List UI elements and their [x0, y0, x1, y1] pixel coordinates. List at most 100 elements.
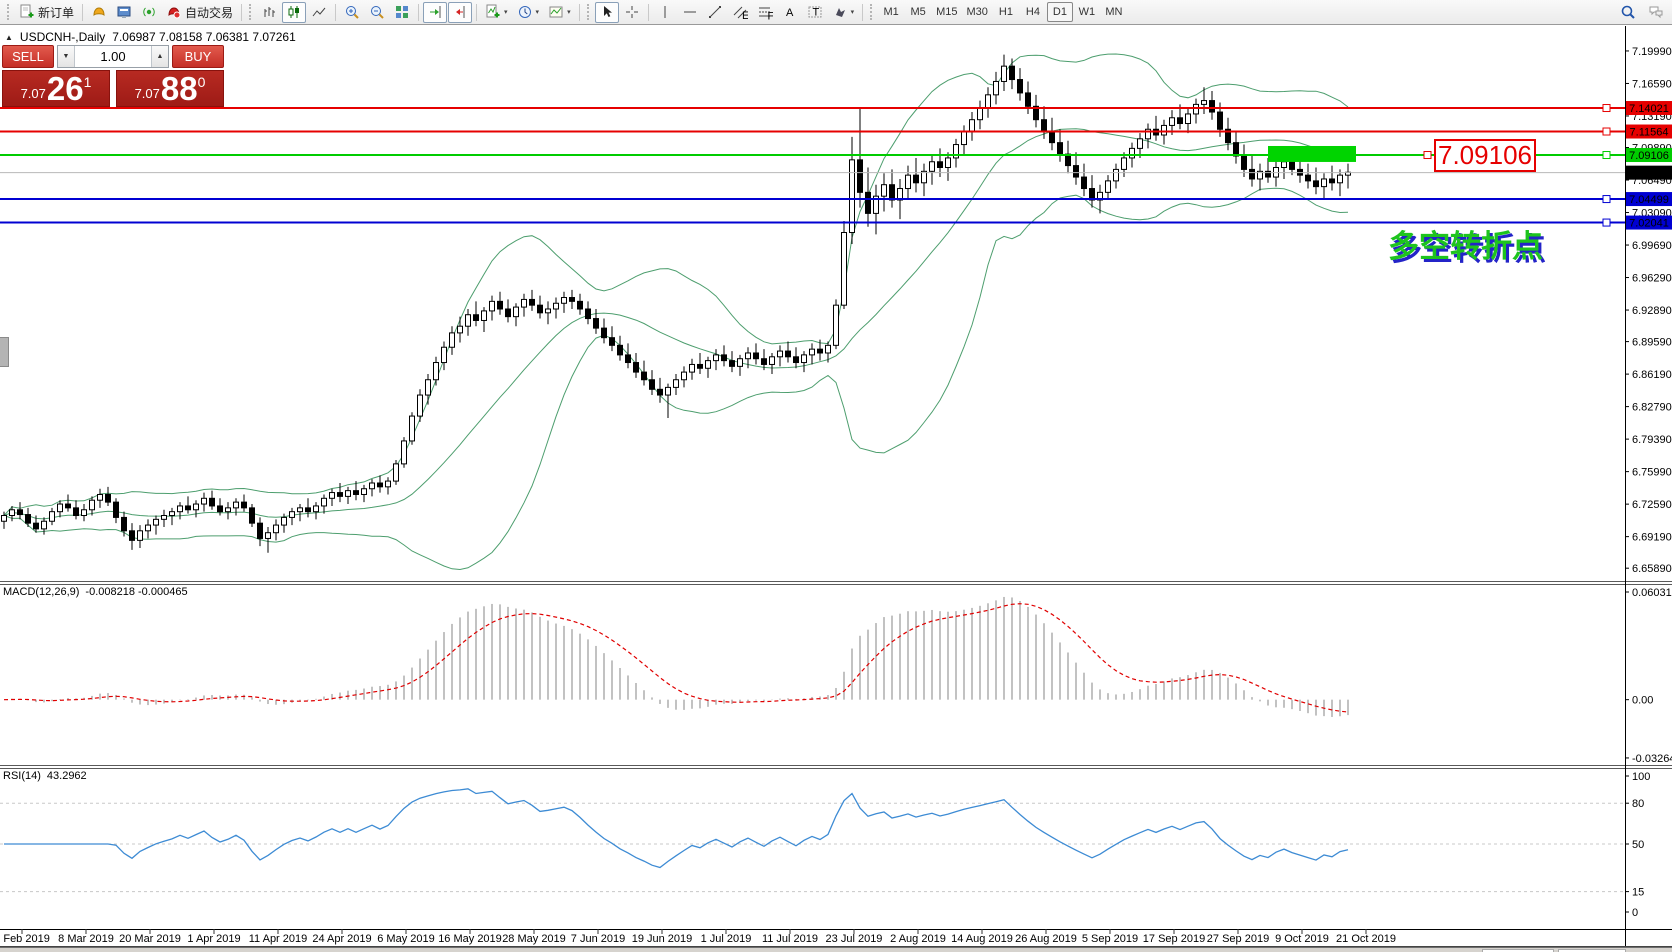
toolbar-grip[interactable] [249, 4, 253, 20]
candlestick-chart-button[interactable] [282, 2, 306, 23]
candle [858, 108, 863, 207]
candle-body [730, 361, 735, 367]
candle-body [1178, 118, 1183, 124]
candle [50, 508, 55, 525]
timeframe-button-H4[interactable]: H4 [1020, 2, 1046, 22]
candle [946, 152, 951, 181]
price-tick-label: 7.16590 [1632, 78, 1672, 90]
chat-button[interactable] [1644, 2, 1668, 23]
candle-body [1314, 181, 1319, 187]
new-order-button[interactable]: 新订单 [15, 2, 78, 23]
candle [258, 517, 263, 546]
chart-canvas[interactable]: 7.199907.165907.131907.098907.064907.030… [0, 0, 1672, 952]
level-line-handle[interactable] [1603, 128, 1610, 135]
timeframe-button-M30[interactable]: M30 [963, 2, 992, 22]
vertical-line-button[interactable] [653, 2, 677, 23]
date-label: 8 Mar 2019 [58, 933, 114, 945]
zoom-in-button[interactable] [340, 2, 364, 23]
equidistant-channel-button[interactable]: E [728, 2, 752, 23]
level-line-handle[interactable] [1603, 219, 1610, 226]
text-button[interactable]: A [778, 2, 802, 23]
candle [802, 351, 807, 372]
level-line-handle[interactable] [1603, 152, 1610, 159]
candle-body [866, 192, 871, 213]
volume-decrease-button[interactable]: ▼ [58, 46, 75, 67]
timeframe-button-W1[interactable]: W1 [1074, 2, 1100, 22]
candle [66, 494, 71, 511]
indicators-button[interactable]: ▾ [481, 2, 512, 23]
auto-trading-button[interactable]: 自动交易 [162, 2, 237, 23]
sell-button[interactable]: SELL [2, 45, 54, 68]
price-callout[interactable]: 7.09106 [1434, 139, 1536, 172]
candle-body [1290, 162, 1295, 170]
candle-body [658, 389, 663, 395]
auto-scroll-button[interactable] [423, 2, 447, 23]
level-line-handle[interactable] [1603, 105, 1610, 112]
candle [346, 487, 351, 504]
highlight-box[interactable] [1268, 146, 1356, 162]
bar-chart-button[interactable] [257, 2, 281, 23]
candle-body [170, 512, 175, 516]
signals-button[interactable] [137, 2, 161, 23]
timeframe-button-M5[interactable]: M5 [905, 2, 931, 22]
timeframe-button-D1[interactable]: D1 [1047, 2, 1073, 22]
candle [570, 290, 575, 309]
toolbar-grip[interactable] [870, 4, 874, 20]
candle-body [554, 303, 559, 309]
sell-price-sup: 1 [84, 74, 92, 90]
level-line-handle[interactable] [1603, 196, 1610, 203]
volume-value[interactable]: 1.00 [75, 46, 151, 67]
left-edge-handle[interactable] [0, 337, 9, 367]
candle-body [98, 494, 103, 500]
price-badge-label: 7.11564 [1630, 127, 1669, 139]
timeframe-button-H1[interactable]: H1 [993, 2, 1019, 22]
crosshair-button[interactable] [620, 2, 644, 23]
candle-body [1042, 120, 1047, 131]
date-label: 9 Oct 2019 [1275, 933, 1329, 945]
timeframe-button-M15[interactable]: M15 [932, 2, 961, 22]
buy-price-display[interactable]: 7.07880 [116, 70, 224, 107]
buy-button[interactable]: BUY [172, 45, 224, 68]
candle [794, 347, 799, 368]
templates-button[interactable]: ▾ [544, 2, 575, 23]
cursor-button[interactable] [595, 2, 619, 23]
horizontal-line-button[interactable] [678, 2, 702, 23]
market-button[interactable] [87, 2, 111, 23]
candle [866, 167, 871, 226]
timeframe-button-M1[interactable]: M1 [878, 2, 904, 22]
volume-increase-button[interactable]: ▲ [151, 46, 168, 67]
callout-anchor[interactable] [1424, 152, 1431, 159]
timeframe-button-MN[interactable]: MN [1101, 2, 1127, 22]
candle-body [210, 498, 215, 506]
fibonacci-button[interactable]: F [753, 2, 777, 23]
macd-tick-label: 0.00 [1632, 695, 1653, 707]
tile-windows-button[interactable] [390, 2, 414, 23]
sell-price-display[interactable]: 7.07261 [2, 70, 110, 107]
price-tick-label: 6.65890 [1632, 563, 1672, 575]
candle-body [490, 301, 495, 311]
editor-button[interactable] [112, 2, 136, 23]
text-label-button[interactable]: T [803, 2, 827, 23]
zoom-out-button[interactable] [365, 2, 389, 23]
line-chart-button[interactable] [307, 2, 331, 23]
collapse-marker-icon[interactable]: ▲ [5, 33, 13, 42]
trendline-button[interactable] [703, 2, 727, 23]
candle [1338, 169, 1343, 196]
candle [650, 370, 655, 395]
candle [210, 491, 215, 510]
candle-body [482, 311, 487, 321]
candle-body [666, 387, 671, 395]
macd-values: -0.008218 -0.000465 [85, 586, 187, 598]
toolbar-grip[interactable] [587, 4, 591, 20]
annotation-text[interactable]: 多空转折点 [1388, 221, 1543, 266]
candle [1034, 95, 1039, 128]
chart-shift-button[interactable] [448, 2, 472, 23]
toolbar-grip[interactable] [7, 4, 11, 20]
candle-body [946, 158, 951, 168]
volume-stepper[interactable]: ▼ 1.00 ▲ [57, 45, 169, 68]
periods-button[interactable]: ▾ [513, 2, 544, 23]
candle [106, 487, 111, 506]
candle-body [618, 345, 623, 355]
search-button[interactable] [1616, 2, 1640, 23]
arrows-button[interactable]: ▾ [828, 2, 859, 23]
